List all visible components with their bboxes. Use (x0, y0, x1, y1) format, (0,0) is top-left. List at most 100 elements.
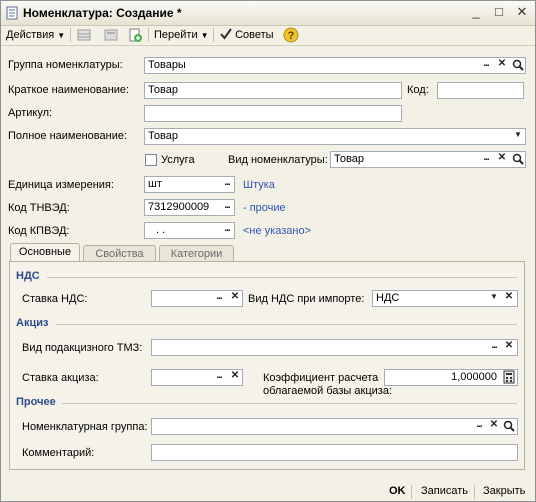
toolbar: Действия ▼ Перейти ▼ Советы ? (1, 25, 535, 46)
nom-group-label: Номенклатурная группа: (22, 421, 148, 433)
select-button[interactable]: ... (212, 370, 226, 384)
select-button[interactable]: ... (479, 58, 493, 72)
clear-icon[interactable]: ✕ (502, 291, 516, 305)
maximize-icon[interactable]: □ (491, 4, 507, 20)
group-label: Группа номенклатуры: (8, 59, 123, 71)
service-checkbox[interactable] (145, 154, 157, 166)
article-label: Артикул: (8, 107, 53, 119)
kpved-label: Код КПВЭД: (8, 225, 70, 237)
short-name-field[interactable]: Товар (144, 82, 402, 99)
search-icon[interactable] (511, 58, 525, 72)
excise-section-title: Акциз (16, 317, 49, 329)
goto-menu[interactable]: Перейти ▼ (154, 27, 209, 43)
section-divider (47, 277, 517, 278)
add-copy-icon[interactable] (127, 27, 143, 43)
unit-label: Единица измерения: (8, 179, 114, 191)
tips-button[interactable]: Советы (220, 27, 274, 43)
import-vat-label: Вид НДС при импорте: (248, 293, 365, 305)
coef-field[interactable]: 1,000000 (384, 369, 518, 386)
dropdown-arrow-icon[interactable]: ▼ (487, 291, 501, 305)
select-button[interactable]: ... (472, 419, 486, 433)
clear-icon[interactable]: ✕ (495, 152, 509, 166)
calculator-icon[interactable] (502, 370, 516, 384)
window: Номенклатура: Создание * _ □ ✕ Действия … (0, 0, 536, 502)
tnved-link[interactable]: - прочие (243, 202, 286, 214)
tnved-label: Код ТНВЭД: (8, 202, 70, 214)
short-name-value: Товар (148, 84, 178, 96)
kpved-value: . . (156, 224, 166, 236)
kind-label: Вид номенклатуры: (228, 154, 328, 166)
section-divider (62, 403, 517, 404)
comment-label: Комментарий: (22, 447, 95, 459)
unit-link[interactable]: Штука (243, 179, 275, 191)
close-button[interactable]: Закрыть (483, 483, 525, 499)
title-bar: Номенклатура: Создание * _ □ ✕ (1, 1, 535, 26)
clear-icon[interactable]: ✕ (502, 340, 516, 354)
group-field[interactable]: Товары (144, 57, 526, 74)
toolbar-separator (213, 28, 214, 42)
code-label: Код: (407, 84, 429, 96)
clear-icon[interactable]: ✕ (228, 370, 242, 384)
code-field[interactable] (437, 82, 524, 99)
tab-main[interactable]: Основные (10, 243, 80, 263)
select-button[interactable]: ... (220, 177, 234, 191)
excise-type-label: Вид подакцизного ТМЗ: (22, 342, 143, 354)
document-icon (6, 6, 18, 20)
group-value: Товары (148, 59, 186, 71)
coef-label-line2: облагаемой базы акциза: (263, 385, 392, 397)
dropdown-arrow-icon: ▼ (57, 31, 66, 40)
ok-button[interactable]: OK (389, 483, 406, 499)
full-name-value: Товар (148, 130, 178, 142)
minimize-icon[interactable]: _ (468, 4, 484, 20)
window-title: Номенклатура: Создание * (23, 6, 182, 20)
vat-rate-label: Ставка НДС: (22, 293, 88, 305)
actions-label: Действия (6, 29, 55, 41)
dropdown-arrow-icon[interactable]: ▼ (511, 129, 525, 143)
tab-label: Основные (18, 246, 72, 258)
service-label: Услуга (161, 154, 195, 166)
unit-value: шт (148, 178, 162, 190)
help-icon[interactable]: ? (283, 27, 299, 43)
full-name-field[interactable]: Товар (144, 128, 526, 145)
svg-text:?: ? (288, 30, 295, 42)
select-button[interactable]: ... (220, 223, 234, 237)
nom-group-field[interactable] (151, 418, 518, 435)
tips-label: Советы (235, 29, 274, 41)
select-button[interactable]: ... (212, 291, 226, 305)
search-icon[interactable] (502, 419, 516, 433)
footer-separator (411, 485, 412, 499)
excise-type-field[interactable] (151, 339, 518, 356)
goto-label: Перейти (154, 29, 198, 41)
full-name-label: Полное наименование: (8, 130, 128, 142)
toolbar-separator (148, 28, 149, 42)
clear-icon[interactable]: ✕ (228, 291, 242, 305)
save-button[interactable]: Записать (421, 483, 468, 499)
short-name-label: Краткое наименование: (8, 84, 130, 96)
other-section-title: Прочее (16, 396, 56, 408)
dropdown-arrow-icon: ▼ (200, 31, 209, 40)
coef-value: 1,000000 (451, 371, 497, 383)
import-vat-value: НДС (376, 292, 400, 304)
search-icon[interactable] (511, 152, 525, 166)
select-button[interactable]: ... (487, 340, 501, 354)
clear-icon[interactable]: ✕ (495, 58, 509, 72)
table-icon[interactable] (76, 27, 92, 43)
kind-value: Товар (334, 153, 364, 165)
tab-label: Свойства (95, 248, 144, 260)
actions-menu[interactable]: Действия ▼ (6, 27, 65, 43)
tab-label: Категории (170, 248, 223, 260)
check-icon (220, 28, 232, 40)
comment-field[interactable] (151, 444, 518, 461)
grid-icon[interactable] (103, 27, 119, 43)
excise-rate-label: Ставка акциза: (22, 372, 99, 384)
article-field[interactable] (144, 105, 402, 122)
section-divider (56, 324, 517, 325)
select-button[interactable]: ... (220, 200, 234, 214)
clear-icon[interactable]: ✕ (487, 419, 501, 433)
close-icon[interactable]: ✕ (514, 4, 530, 20)
select-button[interactable]: ... (479, 152, 493, 166)
coef-label-line1: Коэффициент расчета (263, 372, 379, 384)
vat-section-title: НДС (16, 270, 40, 282)
kpved-link[interactable]: <не указано> (243, 225, 311, 237)
tnved-value: 7312900009 (148, 201, 210, 213)
